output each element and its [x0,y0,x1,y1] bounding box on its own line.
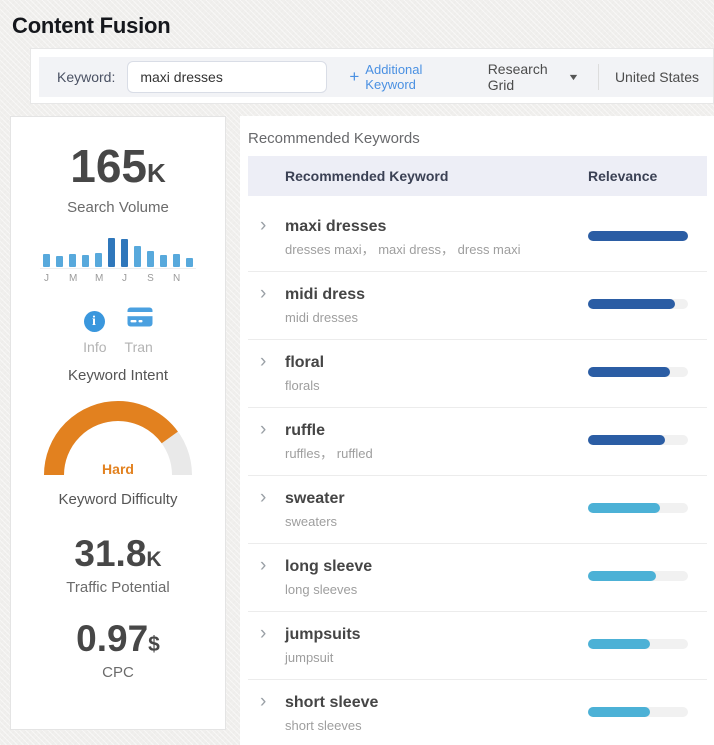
table-header: Recommended Keyword Relevance [248,156,707,196]
relevance-bar-fill [588,639,650,649]
volume-bar [147,251,154,267]
keyword-search-bar: Keyword: + Additional Keyword Research G… [30,48,714,104]
info-icon: i [83,311,105,332]
volume-bar [121,239,128,267]
recommended-keywords-title: Recommended Keywords [248,130,420,147]
volume-bar [173,254,180,267]
volume-bar [186,258,193,267]
table-row[interactable]: › jumpsuits jumpsuit [248,612,707,680]
relevance-bar-fill [588,231,688,241]
recommended-keywords-panel: Recommended Keywords Recommended Keyword… [240,116,714,745]
table-row[interactable]: › ruffle ruffles， ruffled [248,408,707,476]
table-row[interactable]: › maxi dresses dresses maxi， maxi dress，… [248,204,707,272]
relevance-bar [588,707,688,717]
chevron-right-icon[interactable]: › [260,692,266,711]
additional-keyword-label: Additional Keyword [365,62,423,92]
research-grid-label: Research Grid [487,61,548,93]
volume-bar [108,238,115,267]
research-grid-dropdown[interactable]: Research Grid ▼ [487,61,580,93]
search-volume-label: Search Volume [67,199,169,216]
chevron-right-icon[interactable]: › [260,284,266,303]
keyword-variants: jumpsuit [285,650,334,665]
table-row[interactable]: › midi dress midi dresses [248,272,707,340]
intent-info-label: Info [83,339,107,355]
keyword-intent-label: Keyword Intent [67,367,169,384]
relevance-bar [588,299,688,309]
column-header-relevance: Relevance [588,168,658,184]
chevron-right-icon[interactable]: › [260,624,266,643]
chevron-right-icon[interactable]: › [260,420,266,439]
search-volume-value: 165K [70,140,166,192]
traffic-potential-label: Traffic Potential [66,579,170,596]
chevron-right-icon[interactable]: › [260,488,266,507]
search-volume-chart [40,238,196,269]
keyword-variants: long sleeves [285,582,358,597]
column-header-keyword: Recommended Keyword [285,168,449,184]
relevance-bar-fill [588,707,650,717]
table-row[interactable]: › short sleeve short sleeves [248,680,707,745]
divider [598,64,599,90]
relevance-bar [588,503,688,513]
keyword-difficulty-label: Keyword Difficulty [58,491,178,508]
relevance-bar [588,231,688,241]
relevance-bar-fill [588,299,675,309]
relevance-bar-fill [588,571,656,581]
relevance-bar-fill [588,367,670,377]
volume-bar [160,255,167,267]
cpc-label: CPC [102,664,134,681]
chevron-right-icon[interactable]: › [260,556,266,575]
relevance-bar-fill [588,435,665,445]
volume-bar [56,256,63,267]
volume-bar [69,254,76,267]
relevance-bar [588,571,688,581]
volume-bar [95,253,102,267]
keyword-difficulty-gauge: Hard [43,401,193,479]
keyword-input[interactable] [127,61,328,93]
chevron-right-icon[interactable]: › [260,216,266,235]
relevance-bar [588,367,688,377]
table-row[interactable]: › sweater sweaters [248,476,707,544]
table-row[interactable]: › long sleeve long sleeves [248,544,707,612]
relevance-bar-fill [588,503,660,513]
traffic-potential-value: 31.8K [74,533,162,574]
volume-bar [43,254,50,267]
keyword-table: › maxi dresses dresses maxi， maxi dress，… [248,204,707,745]
relevance-bar [588,639,688,649]
relevance-bar [588,435,688,445]
plus-icon: + [349,67,360,86]
keyword-variants: dresses maxi， maxi dress， dress maxi [285,242,521,257]
chevron-down-icon: ▼ [567,71,580,82]
volume-bar [134,246,141,267]
page-title: Content Fusion [12,13,171,38]
keyword-variants: sweaters [285,514,338,529]
month-labels: JMMJSN [44,273,181,284]
difficulty-level-badge: Hard [102,461,134,477]
keyword-variants: florals [285,378,320,393]
keyword-metrics-card: 165K Search Volume JMMJSN i Info Tran Ke… [10,116,226,730]
cpc-value: 0.97$ [76,618,160,659]
country-selector[interactable]: United States [615,69,699,85]
keyword-label: Keyword: [57,69,116,85]
keyword-variants: ruffles， ruffled [285,446,373,461]
volume-bar [82,255,89,267]
additional-keyword-button[interactable]: + Additional Keyword [349,62,457,92]
keyword-variants: midi dresses [285,310,358,325]
keyword-variants: short sleeves [285,718,362,733]
intent-tran-label: Tran [124,339,153,355]
table-row[interactable]: › floral florals [248,340,707,408]
chevron-right-icon[interactable]: › [260,352,266,371]
transaction-card-icon [127,307,153,332]
